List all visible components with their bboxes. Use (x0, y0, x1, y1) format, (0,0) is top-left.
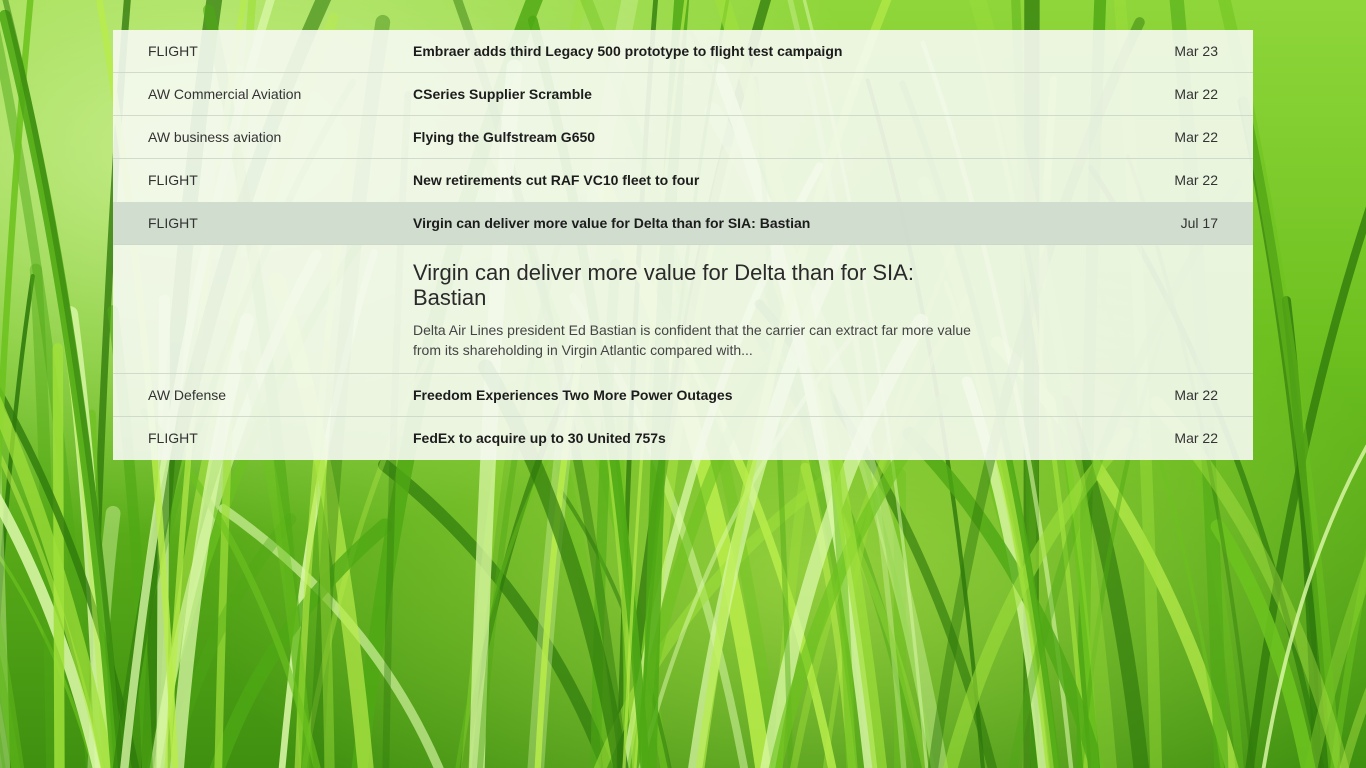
feed-date: Mar 22 (1174, 430, 1218, 446)
feed-row[interactable]: AW Commercial Aviation CSeries Supplier S… (113, 73, 1253, 116)
feed-source: AW business aviation (148, 129, 282, 145)
feed-title[interactable]: Freedom Experiences Two More Power Outag… (413, 387, 733, 403)
feed-date: Mar 22 (1174, 172, 1218, 188)
feed-row[interactable]: AW business aviation Flying the Gulfstrea… (113, 116, 1253, 159)
feed-date: Mar 23 (1174, 43, 1218, 59)
feed-row[interactable]: FLIGHT New retirements cut RAF VC10 fleet… (113, 159, 1253, 202)
feed-source: FLIGHT (148, 172, 198, 188)
feed-title[interactable]: Embraer adds third Legacy 500 prototype … (413, 43, 842, 59)
feed-date: Mar 22 (1174, 86, 1218, 102)
article-preview-summary: Delta Air Lines president Ed Bastian is … (413, 322, 971, 358)
feed-source: FLIGHT (148, 430, 198, 446)
feed-title[interactable]: FedEx to acquire up to 30 United 757s (413, 430, 666, 446)
feed-date: Jul 17 (1180, 215, 1218, 231)
feed-title[interactable]: New retirements cut RAF VC10 fleet to fo… (413, 172, 699, 188)
feed-date: Mar 22 (1174, 129, 1218, 145)
feed-title[interactable]: CSeries Supplier Scramble (413, 86, 592, 102)
feed-source: FLIGHT (148, 215, 198, 231)
feed-row[interactable]: FLIGHT Embraer adds third Legacy 500 prot… (113, 30, 1253, 73)
article-preview: Virgin can deliver more value for Delta … (113, 245, 1253, 374)
feed-source: FLIGHT (148, 43, 198, 59)
article-preview-title[interactable]: Virgin can deliver more value for Delta … (413, 260, 973, 310)
news-feed-panel: FLIGHT Embraer adds third Legacy 500 prot… (113, 30, 1253, 460)
feed-source: AW Commercial Aviation (148, 86, 302, 102)
feed-title[interactable]: Virgin can deliver more value for Delta … (413, 215, 810, 231)
feed-row[interactable]: FLIGHT FedEx to acquire up to 30 United 7… (113, 417, 1253, 460)
feed-source: AW Defense (148, 387, 227, 403)
feed-row-selected[interactable]: FLIGHT Virgin can deliver more value for… (113, 202, 1253, 245)
feed-title[interactable]: Flying the Gulfstream G650 (413, 129, 595, 145)
feed-row[interactable]: AW Defense Freedom Experiences Two More P… (113, 374, 1253, 417)
feed-date: Mar 22 (1174, 387, 1218, 403)
